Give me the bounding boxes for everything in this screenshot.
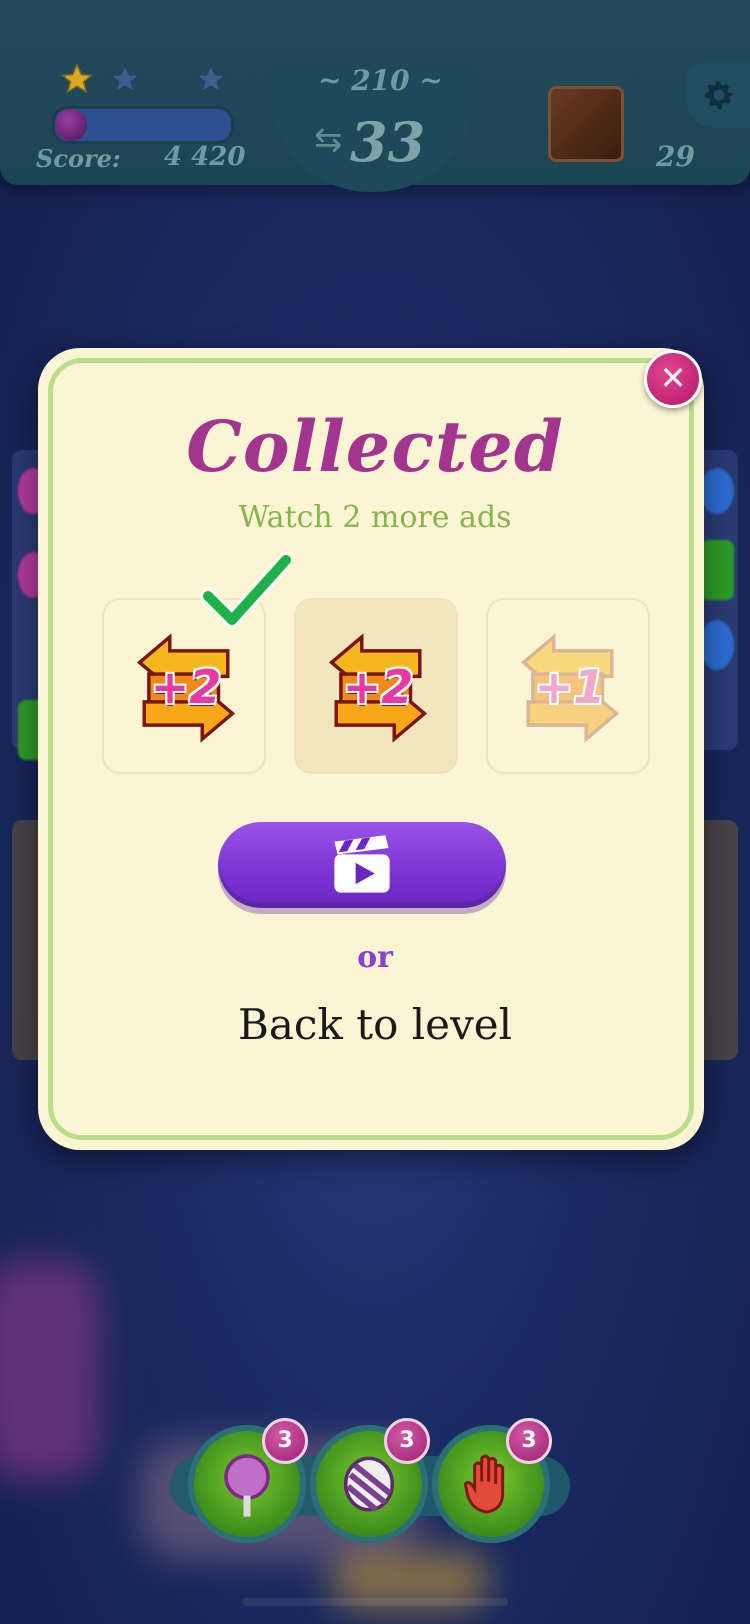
gear-icon	[704, 81, 734, 110]
star-icon	[195, 63, 227, 94]
score-progress-bar	[52, 106, 234, 144]
booster-count-badge: 3	[262, 1418, 308, 1464]
blurred-candy	[0, 1260, 100, 1480]
booster-count-badge: 3	[384, 1418, 430, 1464]
top-hud: Score: 4 420 ~ 210 ~ ⇆ 33 29	[0, 0, 750, 192]
reward-slot-3: +1	[486, 598, 650, 774]
reward-label: +2	[342, 660, 414, 714]
booster-count-badge: 3	[506, 1418, 552, 1464]
star-icon	[109, 63, 141, 94]
settings-button[interactable]	[686, 62, 750, 128]
score-label: Score:	[36, 144, 121, 173]
moves-count: 33	[350, 110, 426, 174]
score-progress-fill	[55, 109, 87, 141]
level-number: ~ 210 ~	[318, 64, 443, 97]
back-to-level-button[interactable]: Back to level	[0, 1000, 750, 1049]
checkmark-icon	[200, 552, 292, 628]
home-indicator	[242, 1598, 508, 1606]
dialog-subtitle: Watch 2 more ads	[238, 500, 512, 535]
candy-piece	[700, 620, 734, 670]
candy-piece	[700, 540, 734, 600]
clapperboard-play-icon	[334, 835, 390, 893]
close-button[interactable]: ✕	[644, 350, 702, 408]
reward-label: +1	[534, 660, 606, 714]
close-icon: ✕	[659, 359, 687, 397]
reward-label: +2	[150, 660, 222, 714]
moves-icon: ⇆	[314, 120, 343, 160]
score-value: 4 420	[164, 142, 246, 172]
chocolate-goal-icon	[548, 86, 624, 162]
dialog-title: Collected	[186, 405, 564, 488]
reward-slot-2: +2	[294, 598, 458, 774]
watch-ad-button[interactable]	[218, 822, 506, 908]
goal-count: 29	[656, 140, 695, 173]
star-icon	[61, 63, 93, 94]
or-text: or	[357, 940, 393, 975]
